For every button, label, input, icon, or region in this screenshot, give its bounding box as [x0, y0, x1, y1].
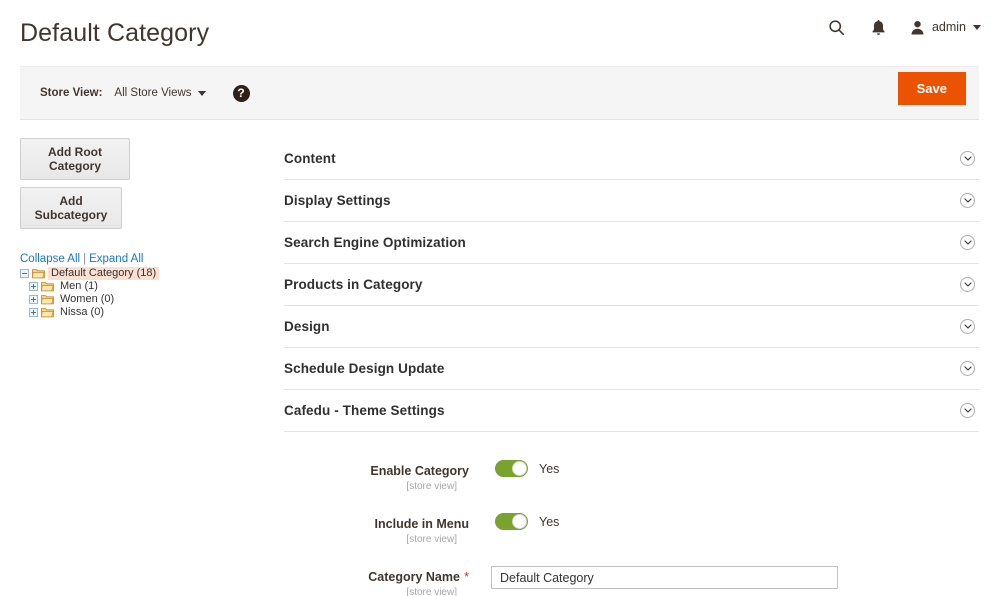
tree-node-label: Default Category (18) [48, 267, 160, 280]
store-view-select[interactable]: All Store Views [114, 87, 206, 99]
field-include-in-menu: Include in Menu [store view] Yes [284, 513, 979, 545]
chevron-down-icon[interactable] [960, 361, 975, 376]
add-subcategory-button[interactable]: Add Subcategory [20, 187, 122, 229]
section-header-cafedu-theme-settings[interactable]: Cafedu - Theme Settings [284, 390, 979, 431]
chevron-down-icon [973, 24, 981, 30]
enable-category-value: Yes [539, 461, 560, 476]
field-scope: [store view] [406, 587, 457, 596]
toggle-knob [512, 461, 527, 476]
chevron-down-icon[interactable] [960, 235, 975, 250]
section-title: Display Settings [284, 193, 391, 208]
expand-node-icon[interactable] [29, 282, 38, 291]
field-control: Yes [469, 513, 559, 530]
folder-icon [41, 281, 54, 292]
field-label-box: Enable Category [store view] [284, 460, 469, 492]
field-control: Yes [469, 460, 559, 477]
section-design: Design [284, 306, 979, 348]
folder-icon [41, 307, 54, 318]
section-title: Schedule Design Update [284, 361, 445, 376]
add-root-category-button[interactable]: Add Root Category [20, 138, 130, 180]
field-control [469, 566, 838, 589]
section-title: Content [284, 151, 336, 166]
page-title: Default Category [20, 18, 210, 47]
field-label: Enable Category [370, 464, 469, 478]
page-header: Default Category admin [0, 0, 999, 66]
section-header-content[interactable]: Content [284, 138, 979, 179]
section-cafedu-theme-settings: Cafedu - Theme Settings [284, 390, 979, 432]
tree-node-label: Nissa (0) [60, 306, 105, 318]
content-wrapper: Add Root Category Add Subcategory Collap… [0, 120, 999, 596]
expand-node-icon[interactable] [29, 295, 38, 304]
section-header-products-in-category[interactable]: Products in Category [284, 264, 979, 305]
expand-node-icon[interactable] [29, 308, 38, 317]
field-label-box: Include in Menu [store view] [284, 513, 469, 545]
section-header-display-settings[interactable]: Display Settings [284, 180, 979, 221]
tree-node-women[interactable]: Women (0) [20, 293, 264, 306]
field-label: Category Name [368, 570, 460, 584]
link-separator: | [83, 253, 87, 265]
field-enable-category: Enable Category [store view] Yes [284, 460, 979, 492]
required-asterisk: * [463, 569, 469, 585]
page-toolbar: Store View: All Store Views ? Save [20, 66, 979, 120]
field-label: Include in Menu [374, 517, 469, 531]
field-label-box: Category Name * [store view] [284, 566, 469, 596]
tree-node-label: Men (1) [60, 280, 98, 292]
store-view-value: All Store Views [114, 87, 192, 99]
chevron-down-icon [197, 90, 206, 96]
folder-icon [41, 294, 54, 305]
field-scope: [store view] [406, 481, 457, 492]
category-edit-panel: Content Display Settings Search Engine O… [264, 120, 979, 596]
user-menu-label: admin [931, 20, 966, 34]
section-title: Cafedu - Theme Settings [284, 403, 445, 418]
store-view-label: Store View: [40, 87, 103, 99]
folder-open-icon [32, 268, 45, 279]
collapse-all-link[interactable]: Collapse All [20, 253, 80, 265]
user-avatar-icon [910, 19, 926, 35]
section-search-engine-optimization: Search Engine Optimization [284, 222, 979, 264]
enable-category-toggle[interactable] [495, 460, 528, 477]
tree-node-men[interactable]: Men (1) [20, 280, 264, 293]
help-question-icon[interactable]: ? [232, 84, 250, 102]
expand-all-link[interactable]: Expand All [89, 253, 143, 265]
field-category-name: Category Name * [store view] [284, 566, 979, 596]
chevron-down-icon[interactable] [960, 151, 975, 166]
user-menu[interactable]: admin [910, 19, 981, 35]
section-products-in-category: Products in Category [284, 264, 979, 306]
chevron-down-icon[interactable] [960, 193, 975, 208]
bell-icon[interactable] [868, 16, 890, 38]
section-display-settings: Display Settings [284, 180, 979, 222]
section-content: Content [284, 138, 979, 180]
section-header-schedule-design-update[interactable]: Schedule Design Update [284, 348, 979, 389]
tree-node-nissa[interactable]: Nissa (0) [20, 306, 264, 319]
tree-toggle-links: Collapse All | Expand All [20, 253, 264, 265]
collapse-node-icon[interactable] [20, 269, 29, 278]
section-header-design[interactable]: Design [284, 306, 979, 347]
section-title: Design [284, 319, 330, 334]
include-in-menu-value: Yes [539, 514, 560, 529]
chevron-down-icon[interactable] [960, 403, 975, 418]
chevron-down-icon[interactable] [960, 277, 975, 292]
include-in-menu-toggle[interactable] [495, 513, 528, 530]
toggle-knob [512, 514, 527, 529]
category-tree: Default Category (18) Men (1) Women (0) … [20, 267, 264, 319]
tree-node-default-category[interactable]: Default Category (18) [20, 267, 264, 280]
tree-node-label: Women (0) [60, 293, 115, 305]
category-basic-fieldset: Enable Category [store view] Yes Include… [284, 432, 979, 596]
save-button[interactable]: Save [897, 72, 966, 105]
header-actions: admin [826, 16, 981, 38]
section-schedule-design-update: Schedule Design Update [284, 348, 979, 390]
section-title: Products in Category [284, 277, 423, 292]
search-icon[interactable] [826, 16, 848, 38]
category-name-input[interactable] [491, 566, 838, 589]
section-header-search-engine-optimization[interactable]: Search Engine Optimization [284, 222, 979, 263]
category-tree-sidebar: Add Root Category Add Subcategory Collap… [20, 120, 264, 319]
field-scope: [store view] [406, 534, 457, 545]
chevron-down-icon[interactable] [960, 319, 975, 334]
section-title: Search Engine Optimization [284, 235, 466, 250]
